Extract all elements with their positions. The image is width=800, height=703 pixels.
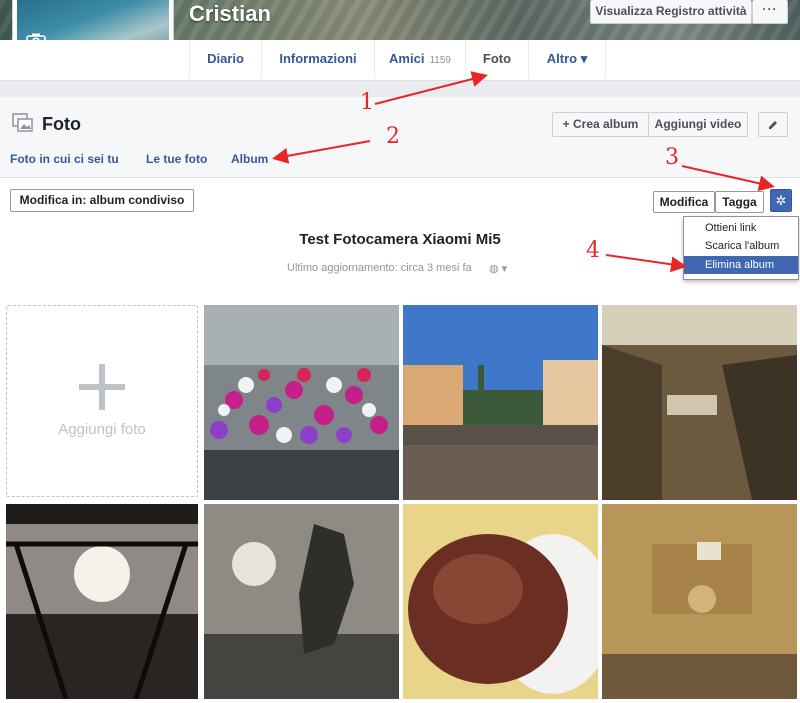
tab-altro[interactable]: Altro ▾: [528, 40, 606, 79]
edit-shared-album-button[interactable]: Modifica in: album condiviso: [10, 189, 194, 212]
profile-name[interactable]: Cristian: [189, 1, 271, 27]
annotation-4: 4: [586, 238, 600, 263]
menu-item-download-album[interactable]: Scarica l'album: [684, 237, 798, 255]
pencil-icon[interactable]: [758, 112, 788, 137]
plus-icon: [79, 364, 125, 410]
add-video-button[interactable]: Aggiungi video: [648, 112, 748, 137]
friends-count: 1159: [429, 55, 451, 66]
tab-label: Foto: [482, 51, 512, 66]
photo-thumbnail[interactable]: [403, 504, 598, 699]
tab-label: Diario: [207, 51, 244, 66]
menu-item-get-link[interactable]: Ottieni link: [684, 219, 798, 237]
create-album-button[interactable]: + Crea album: [552, 112, 649, 137]
globe-icon[interactable]: ◍ ▾: [489, 262, 507, 275]
tab-label: Amici: [389, 51, 425, 66]
tab-your-photos[interactable]: Le tue foto: [146, 152, 207, 166]
annotation-1: 1: [360, 90, 374, 115]
photo-thumbnail[interactable]: [204, 305, 399, 500]
tab-photos-of-you[interactable]: Foto in cui ci sei tu: [10, 152, 119, 166]
more-options-button[interactable]: ···: [752, 0, 788, 24]
photo-thumbnail[interactable]: [602, 305, 797, 500]
album-title: Test Fotocamera Xiaomi Mi5: [299, 231, 501, 248]
tab-label: Informazioni: [279, 51, 357, 66]
tab-informazioni[interactable]: Informazioni: [261, 40, 374, 79]
tag-button[interactable]: Tagga: [715, 191, 764, 213]
photo-thumbnail[interactable]: [6, 504, 198, 699]
photo-thumbnail[interactable]: [204, 504, 399, 699]
tab-label: Altro ▾: [546, 51, 588, 66]
photo-thumbnail[interactable]: [602, 504, 797, 699]
tab-albums[interactable]: Album: [231, 152, 268, 166]
annotation-3: 3: [665, 145, 679, 170]
photos-title: Foto: [42, 114, 81, 134]
activity-log-button[interactable]: Visualizza Registro attività: [590, 0, 752, 24]
add-photo-label: Aggiungi foto: [58, 421, 146, 438]
tab-amici[interactable]: Amici 1159: [374, 40, 465, 79]
tab-foto[interactable]: Foto: [465, 40, 528, 79]
annotation-2: 2: [386, 124, 400, 149]
photos-icon: [12, 113, 34, 133]
tab-diario[interactable]: Diario: [189, 40, 261, 79]
menu-item-delete-album[interactable]: Elimina album: [684, 256, 798, 274]
edit-album-button[interactable]: Modifica: [653, 191, 715, 213]
photo-thumbnail[interactable]: [403, 305, 598, 500]
gear-icon[interactable]: ✲: [770, 189, 792, 212]
album-updated: Ultimo aggiornamento: circa 3 mesi fa: [287, 262, 472, 274]
photos-panel-header: [0, 97, 800, 178]
